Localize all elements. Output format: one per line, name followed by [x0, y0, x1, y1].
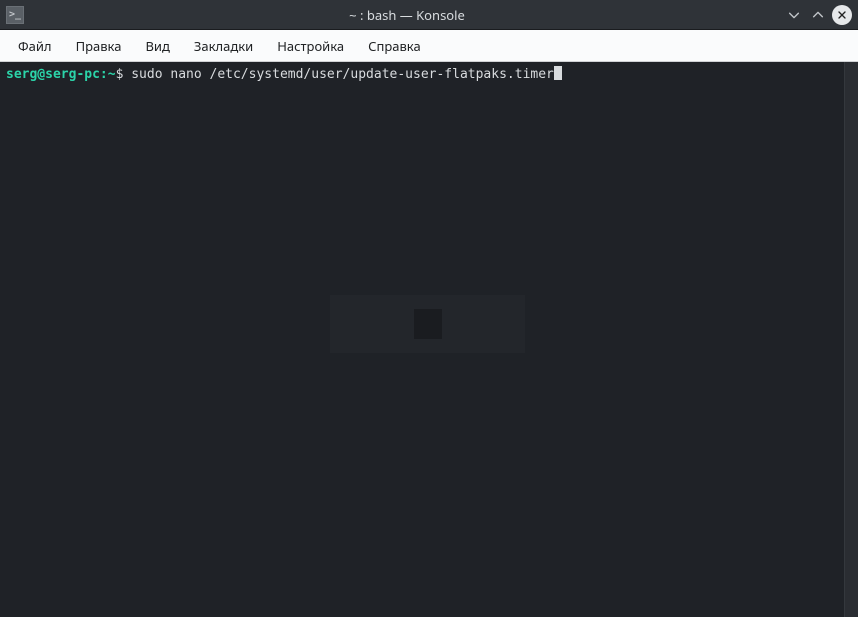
- terminal-container: serg@serg-pc:~$ sudo nano /etc/systemd/u…: [0, 62, 858, 617]
- chevron-up-icon: [811, 8, 825, 22]
- watermark-icon: [414, 309, 442, 339]
- terminal-view[interactable]: serg@serg-pc:~$ sudo nano /etc/systemd/u…: [0, 62, 844, 617]
- titlebar: >_ ~ : bash — Konsole: [0, 0, 858, 30]
- close-icon: [836, 9, 848, 21]
- maximize-button[interactable]: [808, 5, 828, 25]
- prompt-userhost: serg@serg-pc: [6, 67, 100, 82]
- prompt-path: ~: [108, 67, 116, 82]
- command-input[interactable]: sudo nano /etc/systemd/user/update-user-…: [131, 67, 554, 82]
- menu-help[interactable]: Справка: [356, 32, 433, 60]
- chevron-down-icon: [787, 8, 801, 22]
- menubar: Файл Правка Вид Закладки Настройка Справ…: [0, 30, 858, 62]
- window-controls: [784, 5, 852, 25]
- menu-file[interactable]: Файл: [6, 32, 64, 60]
- scrollbar[interactable]: [844, 62, 858, 617]
- prompt-symbol: $: [116, 67, 124, 82]
- menu-settings[interactable]: Настройка: [265, 32, 356, 60]
- close-button[interactable]: [832, 5, 852, 25]
- window-title: ~ : bash — Konsole: [30, 6, 784, 24]
- app-terminal-icon: >_: [6, 6, 24, 24]
- menu-bookmarks[interactable]: Закладки: [182, 32, 265, 60]
- menu-edit[interactable]: Правка: [64, 32, 134, 60]
- menu-view[interactable]: Вид: [133, 32, 181, 60]
- minimize-button[interactable]: [784, 5, 804, 25]
- terminal-cursor: [554, 66, 562, 80]
- watermark: [330, 295, 525, 353]
- prompt-separator: :: [100, 67, 108, 82]
